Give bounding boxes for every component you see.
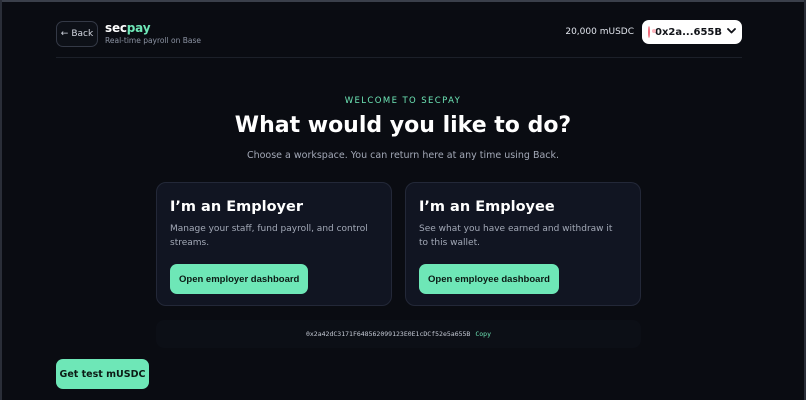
chevron-down-icon xyxy=(727,27,736,37)
welcome-eyebrow: WELCOME TO SECPAY xyxy=(344,96,462,106)
employee-card: I’m an Employee See what you have earned… xyxy=(405,182,641,306)
header-divider xyxy=(56,57,742,58)
back-button[interactable]: ← Back xyxy=(56,21,98,47)
window-left-border xyxy=(0,0,2,400)
get-test-musdc-button[interactable]: Get test mUSDC xyxy=(56,359,149,389)
page-title: What would you like to do? xyxy=(234,113,572,138)
back-button-label: Back xyxy=(71,29,94,39)
brand-logo-pay: pay xyxy=(126,21,151,35)
back-arrow-icon: ← xyxy=(60,29,69,39)
brand-logo: secpay xyxy=(105,21,201,35)
window-top-border xyxy=(0,0,806,2)
employee-card-title: I’m an Employee xyxy=(419,199,555,215)
page-subtitle: Choose a workspace. You can return here … xyxy=(246,150,560,161)
wallet-address: 0x2a...655B xyxy=(654,26,722,38)
app-header: ← Back secpay Real-time payroll on Base … xyxy=(56,18,742,58)
wallet-address-panel: 0x2a42dC3171F648562099123E0E1cDCf52e5a65… xyxy=(156,320,641,348)
brand-logo-sec: sec xyxy=(105,21,127,35)
brand: secpay Real-time payroll on Base xyxy=(105,21,201,45)
balance-display: 20,000 mUSDC xyxy=(565,27,634,37)
wallet-avatar-icon xyxy=(648,26,656,38)
wallet-button[interactable]: 0x2a...655B xyxy=(642,20,742,44)
employer-card: I’m an Employer Manage your staff, fund … xyxy=(156,182,392,306)
brand-tagline: Real-time payroll on Base xyxy=(105,36,202,45)
copy-address-button[interactable]: Copy xyxy=(475,330,491,338)
employer-card-title: I’m an Employer xyxy=(170,199,303,215)
employee-card-description: See what you have earned and withdraw it… xyxy=(419,224,613,248)
open-employer-dashboard-button[interactable]: Open employer dashboard xyxy=(170,264,309,294)
open-employee-dashboard-button[interactable]: Open employee dashboard xyxy=(419,264,559,294)
employer-card-description: Manage your staff, fund payroll, and con… xyxy=(170,224,368,248)
full-wallet-address: 0x2a42dC3171F648562099123E0E1cDCf52e5a65… xyxy=(305,330,471,338)
